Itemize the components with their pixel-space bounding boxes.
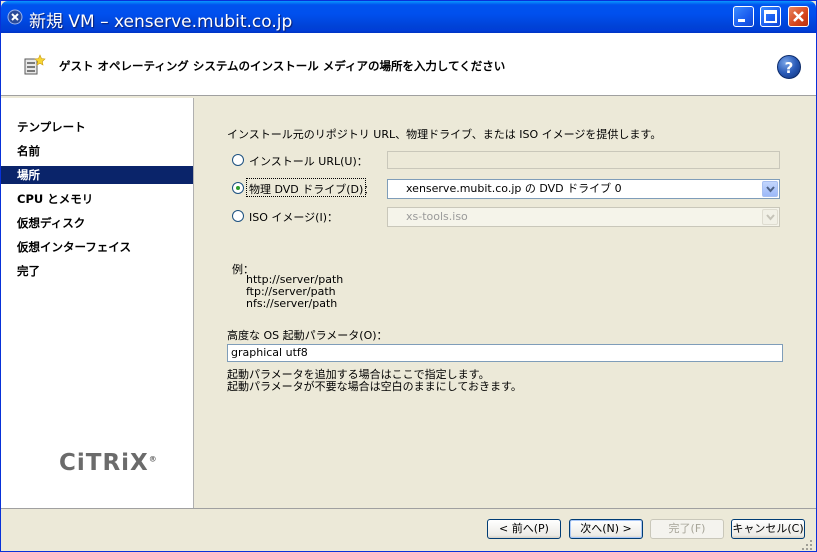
maximize-button[interactable] [760,6,781,27]
boot-params-label: 高度な OS 起動パラメータ(O)： [227,329,388,342]
iso-dropdown-button[interactable] [762,209,778,225]
step-cpu-memory[interactable]: CPU とメモリ [1,190,193,208]
iso-image-radio[interactable] [232,210,244,222]
help-icon[interactable]: ? [777,55,801,79]
finish-button[interactable]: 完了(F) [650,519,724,539]
resize-grip-icon[interactable] [801,539,813,551]
dvd-drive-label[interactable]: 物理 DVD ドライブ(D)： [249,181,374,197]
iso-image-value: xs-tools.iso [406,210,468,223]
maximize-icon [764,10,777,23]
boot-params-input[interactable]: graphical utf8 [227,344,783,362]
dvd-drive-select[interactable]: xenserve.mubit.co.jp の DVD ドライブ 0 [387,179,780,199]
wizard-content: インストール元のリポジトリ URL、物理ドライブ、または ISO イメージを提供… [195,98,816,508]
dvd-dropdown-button[interactable] [762,181,778,197]
step-name[interactable]: 名前 [1,142,193,160]
step-finish[interactable]: 完了 [1,262,193,280]
next-button[interactable]: 次へ(N) > [569,519,643,539]
minimize-button[interactable] [733,6,754,27]
wizard-header: ゲスト オペレーティング システムのインストール メディアの場所を入力してくださ… [1,33,816,96]
citrix-logo: CiTRiX® [59,450,158,476]
title-bar[interactable]: 新規 VM – xenserve.mubit.co.jp [1,1,816,33]
step-virtual-interface[interactable]: 仮想インターフェイス [1,238,193,256]
chevron-down-icon [766,186,775,193]
wizard-step-list: テンプレート 名前 場所 CPU とメモリ 仮想ディスク 仮想インターフェイス … [1,98,194,508]
install-url-label[interactable]: インストール URL(U)： [249,153,368,169]
close-button[interactable] [788,6,809,27]
new-vm-icon [24,54,46,75]
step-template[interactable]: テンプレート [1,118,193,136]
intro-text: インストール元のリポジトリ URL、物理ドライブ、または ISO イメージを提供… [227,128,662,141]
page-title: ゲスト オペレーティング システムのインストール メディアの場所を入力してくださ… [59,59,506,73]
footer-divider [1,508,816,509]
step-virtual-disk[interactable]: 仮想ディスク [1,214,193,232]
install-url-input[interactable] [387,151,780,169]
example-nfs: nfs://server/path [246,297,338,310]
window-title: 新規 VM – xenserve.mubit.co.jp [29,12,293,32]
minimize-icon [738,19,745,22]
app-icon [7,9,23,25]
boot-params-help-2: 起動パラメータが不要な場合は空白のままにしておきます。 [227,380,522,393]
dvd-drive-value: xenserve.mubit.co.jp の DVD ドライブ 0 [406,182,622,195]
wizard-window: 新規 VM – xenserve.mubit.co.jp ゲスト オペレーティン… [0,0,817,552]
iso-image-label[interactable]: ISO イメージ(I)： [249,209,338,225]
close-icon [793,11,804,22]
back-button[interactable]: < 前へ(P) [487,519,561,539]
install-url-radio[interactable] [232,154,244,166]
cancel-button[interactable]: キャンセル(C) [731,519,805,539]
step-location[interactable]: 場所 [1,166,193,184]
dvd-drive-radio[interactable] [232,182,244,194]
chevron-down-icon [766,214,775,221]
iso-image-select[interactable]: xs-tools.iso [387,207,780,227]
